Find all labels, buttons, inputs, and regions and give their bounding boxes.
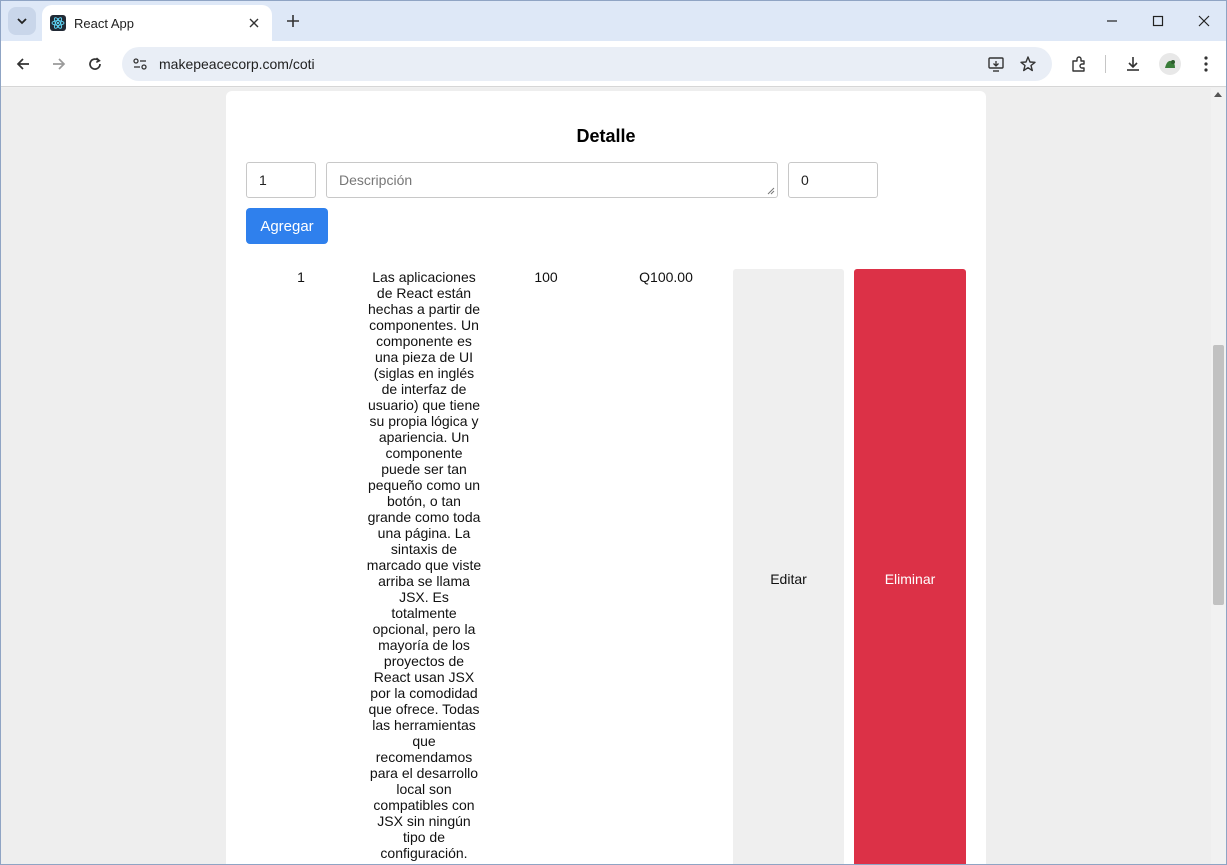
detail-card: Detalle Descripción Agregar 1 Las aplica… bbox=[226, 91, 986, 864]
description-textarea[interactable]: Descripción bbox=[326, 162, 778, 198]
url-text: makepeacecorp.com/coti bbox=[159, 56, 315, 72]
minimize-icon[interactable] bbox=[1089, 1, 1135, 41]
vertical-scrollbar[interactable] bbox=[1211, 88, 1226, 864]
row-quantity: 1 bbox=[297, 269, 305, 285]
row-description: Las aplicaciones de React están hechas a… bbox=[366, 269, 482, 861]
browser-tab[interactable]: React App bbox=[42, 5, 272, 41]
download-icon[interactable] bbox=[1122, 53, 1144, 75]
resize-handle-icon[interactable] bbox=[767, 187, 775, 195]
install-app-icon[interactable] bbox=[986, 54, 1006, 74]
scroll-up-icon[interactable] bbox=[1214, 92, 1222, 97]
forward-icon[interactable] bbox=[45, 50, 73, 78]
bookmark-star-icon[interactable] bbox=[1018, 54, 1038, 74]
section-title: Detalle bbox=[576, 126, 636, 146]
browser-toolbar: makepeacecorp.com/coti bbox=[1, 41, 1226, 87]
back-icon[interactable] bbox=[9, 50, 37, 78]
extensions-icon[interactable] bbox=[1068, 53, 1090, 75]
description-placeholder: Descripción bbox=[339, 172, 413, 188]
page-viewport: Detalle Descripción Agregar 1 Las aplica… bbox=[1, 88, 1211, 864]
toolbar-divider bbox=[1105, 55, 1106, 73]
profile-avatar[interactable] bbox=[1159, 53, 1181, 75]
window-close-icon[interactable] bbox=[1181, 1, 1226, 41]
tab-search-icon[interactable] bbox=[8, 7, 36, 35]
new-tab-icon[interactable] bbox=[281, 9, 305, 33]
site-info-icon[interactable] bbox=[130, 54, 150, 74]
price-input[interactable] bbox=[788, 162, 878, 198]
maximize-icon[interactable] bbox=[1135, 1, 1181, 41]
edit-button[interactable]: Editar bbox=[733, 269, 844, 864]
add-button[interactable]: Agregar bbox=[246, 208, 328, 244]
delete-button[interactable]: Eliminar bbox=[854, 269, 966, 864]
react-icon bbox=[50, 15, 66, 31]
close-icon[interactable] bbox=[244, 13, 264, 33]
menu-icon[interactable] bbox=[1195, 53, 1217, 75]
reload-icon[interactable] bbox=[81, 50, 109, 78]
address-bar[interactable]: makepeacecorp.com/coti bbox=[122, 47, 1052, 81]
row-total: Q100.00 bbox=[639, 269, 693, 285]
row-price: 100 bbox=[534, 269, 558, 285]
quantity-input[interactable] bbox=[246, 162, 316, 198]
scrollbar-thumb[interactable] bbox=[1213, 345, 1224, 605]
title-bar: React App bbox=[1, 1, 1226, 41]
browser-window: React App makepeacecorp.com/coti Detalle… bbox=[0, 0, 1227, 865]
tab-title: React App bbox=[74, 15, 134, 31]
